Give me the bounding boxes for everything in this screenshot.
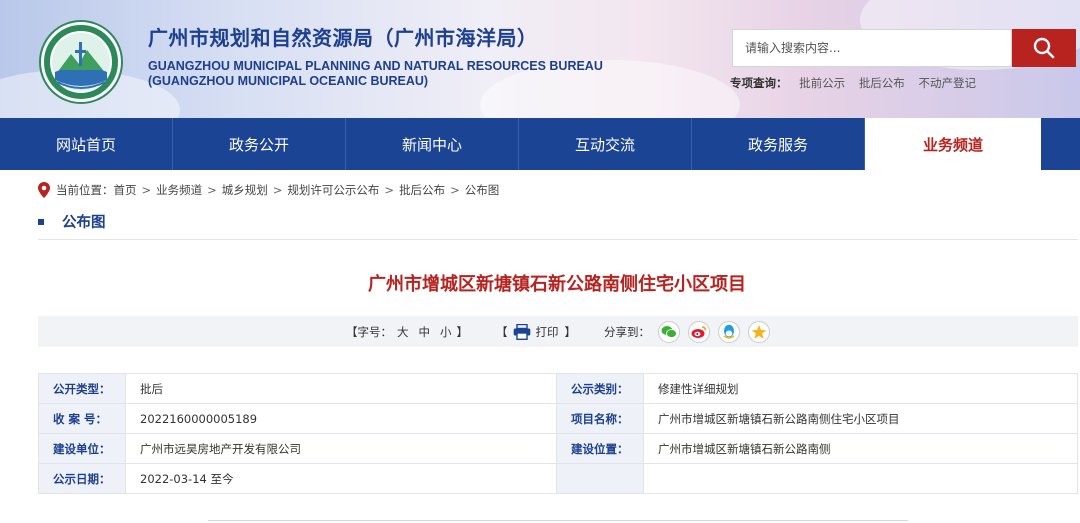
field-label-case-number: 收 案 号： [38, 403, 126, 434]
article-title: 广州市增城区新塘镇石新公路南侧住宅小区项目 [368, 274, 746, 295]
special-link-pre-publicity[interactable]: 批前公示 [799, 76, 845, 90]
field-value-construction-location: 广州市增城区新塘镇石新公路南侧 [643, 433, 1078, 464]
field-label-publicity-category: 公示类别： [556, 373, 644, 404]
breadcrumb-label: 当前位置： [56, 183, 114, 197]
table-row: 公示日期： 2022-03-14 至今 [38, 463, 1078, 494]
breadcrumb-item-post-publication[interactable]: 批后公布 [399, 182, 445, 198]
nav-item-government-affairs[interactable]: 政务公开 [173, 118, 346, 170]
special-link-post-publication[interactable]: 批后公布 [859, 76, 905, 90]
breadcrumb-separator: > [450, 183, 460, 197]
field-value-publicity-date: 2022-03-14 至今 [125, 463, 557, 494]
font-size-small-button[interactable]: 小 [440, 324, 452, 340]
field-value-publicity-category: 修建性详细规划 [643, 373, 1078, 404]
breadcrumb-separator: > [207, 183, 217, 197]
table-row: 收 案 号： 2022160000005189 项目名称： 广州市增城区新塘镇石… [38, 403, 1078, 434]
star-icon [751, 324, 767, 339]
breadcrumb-item-home[interactable]: 首页 [114, 182, 137, 198]
section-title-text: 公布图 [62, 215, 106, 231]
section-marker [38, 218, 44, 225]
site-subtitle-english: (GUANGZHOU MUNICIPAL OCEANIC BUREAU) [148, 74, 429, 88]
special-query-label: 专项查询： [730, 76, 788, 90]
wechat-icon [661, 325, 677, 338]
print-open-bracket: 【 [496, 324, 508, 339]
breadcrumb-separator: > [141, 183, 152, 197]
font-size-large-button[interactable]: 大 [397, 324, 409, 340]
field-value-project-name: 广州市增城区新塘镇石新公路南侧住宅小区项目 [643, 403, 1078, 434]
special-link-real-estate-registration[interactable]: 不动产登记 [918, 76, 976, 90]
field-label-project-name: 项目名称： [556, 403, 644, 434]
wechat-share-button[interactable] [658, 320, 680, 343]
font-size-label: 【字号： [346, 324, 392, 339]
field-label-construction-unit: 建设单位： [38, 433, 126, 464]
breadcrumb-separator: > [384, 183, 395, 197]
nav-item-interaction[interactable]: 互动交流 [519, 118, 692, 170]
nav-item-business-channel[interactable]: 业务频道 [865, 118, 1041, 170]
field-label-disclosure-type: 公开类型： [38, 373, 126, 404]
article-toolbar: 【字号： 大 中 小 】 【 打印 】 分享到： [38, 316, 1078, 347]
search-button[interactable] [1012, 29, 1076, 67]
qq-icon [723, 324, 735, 339]
content-divider [208, 520, 908, 521]
location-pin-icon [38, 182, 50, 198]
project-info-table: 公开类型： 批后 公示类别： 修建性详细规划 收 案 号： 2022160000… [38, 373, 1078, 494]
share-label: 分享到： [604, 324, 650, 339]
weibo-icon [691, 325, 707, 338]
breadcrumb-item-business-channel[interactable]: 业务频道 [156, 182, 202, 198]
site-header: 广州市规划和自然资源局（广州市海洋局） GUANGZHOU MUNICIPAL … [0, 0, 1080, 118]
breadcrumb-item-urban-rural-planning[interactable]: 城乡规划 [222, 182, 268, 198]
table-row: 建设单位： 广州市远昊房地产开发有限公司 建设位置： 广州市增城区新塘镇石新公路… [38, 433, 1078, 464]
breadcrumb-item-current[interactable]: 公布图 [465, 182, 500, 198]
breadcrumb: 当前位置： 首页 > 业务频道 > 城乡规划 > 规划许可公示公布 > 批后公布… [38, 180, 499, 200]
table-row: 公开类型： 批后 公示类别： 修建性详细规划 [38, 373, 1078, 404]
field-value-construction-unit: 广州市远昊房地产开发有限公司 [125, 433, 557, 464]
print-control[interactable]: 【 打印 】 [496, 323, 577, 340]
breadcrumb-separator: > [272, 183, 283, 197]
bureau-logo[interactable] [39, 20, 123, 104]
site-title: 广州市规划和自然资源局（广州市海洋局） [148, 26, 538, 50]
share-controls: 分享到： [604, 320, 770, 343]
nav-item-services[interactable]: 政务服务 [692, 118, 865, 170]
font-size-controls: 【字号： 大 中 小 】 [346, 324, 468, 340]
special-query: 专项查询： 批前公示 批后公布 不动产登记 [730, 75, 986, 91]
main-nav: 网站首页 政务公开 新闻中心 互动交流 政务服务 业务频道 [0, 118, 1080, 170]
section-title: 公布图 [38, 211, 106, 232]
field-value-case-number: 2022160000005189 [125, 403, 557, 434]
field-value-disclosure-type: 批后 [125, 373, 557, 404]
font-size-medium-button[interactable]: 中 [419, 324, 431, 340]
site-title-english: GUANGZHOU MUNICIPAL PLANNING AND NATURAL… [148, 59, 603, 73]
qzone-share-button[interactable] [748, 320, 770, 343]
font-size-close-bracket: 】 [456, 324, 469, 339]
print-close-bracket: 】 [564, 324, 577, 339]
nav-filler [1041, 118, 1080, 170]
qq-share-button[interactable] [718, 320, 740, 343]
search-input[interactable] [732, 29, 1012, 67]
search-icon [1033, 37, 1055, 59]
nav-item-home[interactable]: 网站首页 [0, 118, 173, 170]
printer-icon[interactable] [513, 323, 531, 340]
empty-label-cell [556, 463, 644, 494]
empty-value-cell [643, 463, 1078, 494]
breadcrumb-item-permit-publicity[interactable]: 规划许可公示公布 [287, 182, 379, 198]
section-divider [38, 239, 1078, 240]
field-label-construction-location: 建设位置： [556, 433, 644, 464]
print-button[interactable]: 打印 [536, 324, 559, 340]
nav-item-news[interactable]: 新闻中心 [346, 118, 519, 170]
field-label-publicity-date: 公示日期： [38, 463, 126, 494]
weibo-share-button[interactable] [688, 320, 710, 343]
